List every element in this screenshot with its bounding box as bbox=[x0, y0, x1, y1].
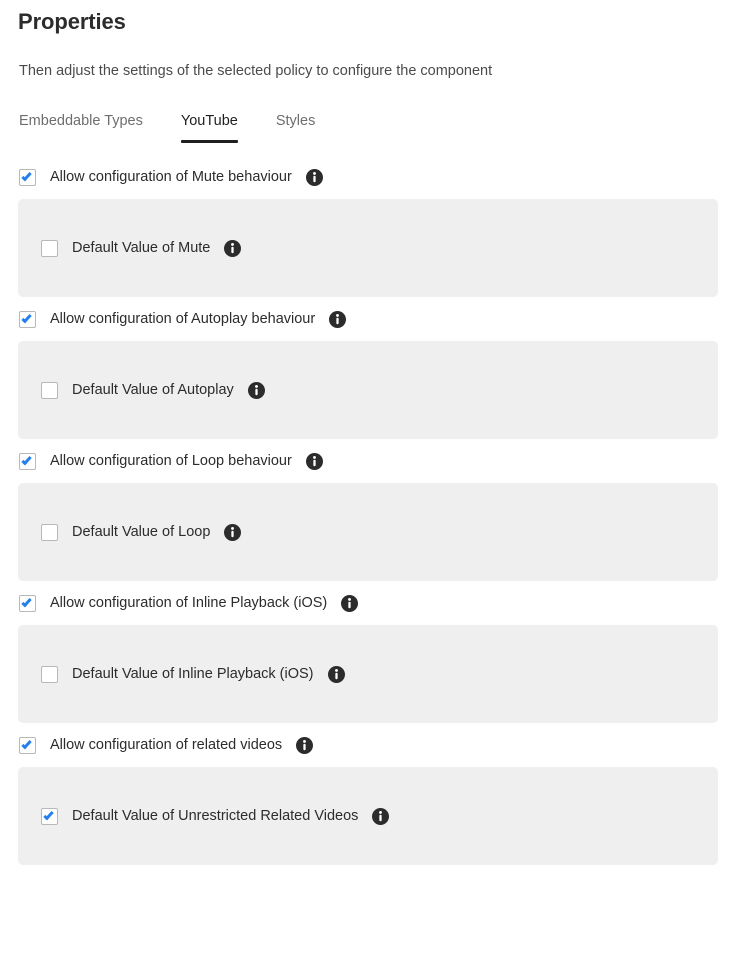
setting-row-default-related-videos: Default Value of Unrestricted Related Vi… bbox=[18, 807, 390, 825]
checkbox-default-unrestricted-related-videos[interactable] bbox=[41, 807, 58, 825]
setting-row-default-inline-playback: Default Value of Inline Playback (iOS) bbox=[18, 665, 345, 683]
setting-label-default-inline-playback: Default Value of Inline Playback (iOS) bbox=[72, 666, 314, 682]
setting-label-default-loop: Default Value of Loop bbox=[72, 524, 211, 540]
setting-row-allow-mute: Allow configuration of Mute behaviour bbox=[0, 158, 750, 196]
page-title: Properties bbox=[18, 9, 126, 34]
tab-youtube[interactable]: YouTube bbox=[180, 110, 238, 143]
checkbox-default-mute[interactable] bbox=[41, 239, 58, 257]
info-icon[interactable] bbox=[341, 594, 359, 612]
info-icon[interactable] bbox=[372, 807, 390, 825]
setting-panel-default-loop: Default Value of Loop bbox=[18, 483, 718, 581]
checkbox-allow-autoplay[interactable] bbox=[19, 310, 36, 328]
setting-row-default-loop: Default Value of Loop bbox=[18, 523, 242, 541]
setting-label-allow-loop: Allow configuration of Loop behaviour bbox=[50, 453, 292, 469]
checkbox-allow-loop[interactable] bbox=[19, 452, 36, 470]
checkbox-default-autoplay[interactable] bbox=[41, 381, 58, 399]
checkbox-allow-related-videos[interactable] bbox=[19, 736, 36, 754]
page-subtitle: Then adjust the settings of the selected… bbox=[19, 63, 493, 79]
setting-row-default-mute: Default Value of Mute bbox=[18, 239, 242, 257]
info-icon[interactable] bbox=[329, 310, 347, 328]
setting-panel-default-autoplay: Default Value of Autoplay bbox=[18, 341, 718, 439]
setting-row-allow-loop: Allow configuration of Loop behaviour bbox=[0, 442, 750, 480]
info-icon[interactable] bbox=[327, 665, 345, 683]
setting-label-allow-mute: Allow configuration of Mute behaviour bbox=[50, 169, 292, 185]
info-icon[interactable] bbox=[247, 381, 265, 399]
settings-list: Allow configuration of Mute behaviour De… bbox=[0, 158, 750, 868]
setting-panel-default-mute: Default Value of Mute bbox=[18, 199, 718, 297]
info-icon[interactable] bbox=[224, 239, 242, 257]
setting-row-allow-inline-playback: Allow configuration of Inline Playback (… bbox=[0, 584, 750, 622]
setting-row-allow-related-videos: Allow configuration of related videos bbox=[0, 726, 750, 764]
info-icon[interactable] bbox=[296, 736, 314, 754]
info-icon[interactable] bbox=[224, 523, 242, 541]
setting-label-default-autoplay: Default Value of Autoplay bbox=[72, 382, 234, 398]
checkbox-default-inline-playback[interactable] bbox=[41, 665, 58, 683]
setting-row-default-autoplay: Default Value of Autoplay bbox=[18, 381, 265, 399]
setting-label-allow-related-videos: Allow configuration of related videos bbox=[50, 737, 283, 753]
tab-embeddable-types[interactable]: Embeddable Types bbox=[19, 110, 143, 143]
info-icon[interactable] bbox=[305, 168, 323, 186]
checkbox-allow-mute[interactable] bbox=[19, 168, 36, 186]
info-icon[interactable] bbox=[305, 452, 323, 470]
properties-panel: Properties Then adjust the settings of t… bbox=[0, 0, 750, 974]
setting-panel-default-inline-playback: Default Value of Inline Playback (iOS) bbox=[18, 625, 718, 723]
checkbox-default-loop[interactable] bbox=[41, 523, 58, 541]
checkbox-allow-inline-playback[interactable] bbox=[19, 594, 36, 612]
setting-label-allow-inline-playback: Allow configuration of Inline Playback (… bbox=[50, 595, 328, 611]
setting-label-default-mute: Default Value of Mute bbox=[72, 240, 211, 256]
setting-row-allow-autoplay: Allow configuration of Autoplay behaviou… bbox=[0, 300, 750, 338]
setting-panel-default-related-videos: Default Value of Unrestricted Related Vi… bbox=[18, 767, 718, 865]
setting-label-default-unrestricted-related-videos: Default Value of Unrestricted Related Vi… bbox=[72, 808, 359, 824]
tab-bar: Embeddable Types YouTube Styles bbox=[19, 110, 315, 143]
setting-label-allow-autoplay: Allow configuration of Autoplay behaviou… bbox=[50, 311, 316, 327]
tab-styles[interactable]: Styles bbox=[276, 110, 316, 143]
